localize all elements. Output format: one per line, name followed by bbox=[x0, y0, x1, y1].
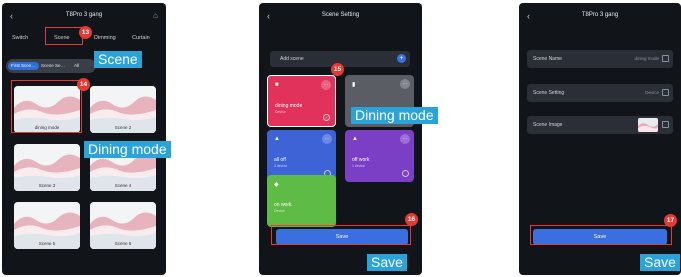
scene-tab-highlight bbox=[45, 27, 83, 45]
scene-setting-row[interactable]: Scene Setting Device bbox=[527, 84, 673, 102]
header: ‹ T8Pro 3 gang bbox=[519, 11, 681, 25]
chip-scene-set[interactable]: Scene Se… bbox=[41, 62, 65, 70]
tag-icon: ◆ bbox=[274, 182, 279, 188]
page-title: Scene Setting bbox=[321, 12, 360, 18]
scene-icon: ▮ bbox=[352, 82, 356, 88]
more-icon[interactable]: ⋯ bbox=[400, 134, 410, 144]
chip-first-scene[interactable]: First Scen… bbox=[8, 62, 39, 70]
tile-dining-mode[interactable]: ■ ⋯ dining mode Device ✓ bbox=[267, 75, 336, 127]
tab-switch[interactable]: Switch bbox=[12, 35, 28, 41]
scene-group-chips: First Scen… Scene Se… All bbox=[6, 59, 96, 73]
tile-name: all off bbox=[274, 157, 286, 163]
plus-icon[interactable]: + bbox=[397, 54, 406, 63]
add-scene-label: Add scene bbox=[280, 56, 304, 62]
more-icon[interactable]: ⋯ bbox=[400, 79, 410, 89]
tile-sub: 1 device bbox=[352, 164, 366, 168]
scene-image-thumbnail[interactable] bbox=[638, 118, 658, 132]
callout-save-1: Save bbox=[367, 254, 407, 271]
edit-icon[interactable] bbox=[662, 121, 669, 128]
scene-card[interactable]: Scene 6 bbox=[90, 202, 156, 249]
scene-icon: ▲ bbox=[352, 136, 358, 142]
scene-card-label: Scene 6 bbox=[114, 241, 132, 246]
step-badge-14: 14 bbox=[77, 78, 90, 91]
step-badge-16: 16 bbox=[405, 213, 418, 226]
check-icon bbox=[402, 170, 409, 177]
more-icon[interactable]: ⋯ bbox=[321, 80, 331, 90]
check-icon: ✓ bbox=[323, 114, 330, 121]
step-badge-13: 13 bbox=[79, 26, 92, 39]
scene-setting-label: Scene Setting bbox=[533, 90, 565, 96]
edit-icon[interactable] bbox=[662, 55, 669, 62]
callout-dining-mode-1: Dining mode bbox=[84, 141, 171, 158]
tile-sub: Device bbox=[274, 209, 285, 213]
scene-name-row[interactable]: Scene Name dining mode bbox=[527, 50, 673, 68]
more-icon[interactable]: ⋯ bbox=[322, 134, 332, 144]
tile-name: on work bbox=[274, 202, 292, 208]
tile-off-work[interactable]: ▲ ⋯ off work 1 device bbox=[345, 130, 414, 182]
scene-name-label: Scene Name bbox=[533, 56, 562, 62]
page-title: T8Pro 3 gang bbox=[65, 12, 103, 18]
scene-card[interactable]: Scene 2 bbox=[90, 86, 156, 133]
scene-setting-value: Device bbox=[645, 90, 659, 95]
step-badge-17: 17 bbox=[664, 214, 677, 227]
scene-card[interactable]: Scene 5 bbox=[14, 202, 80, 249]
save-highlight-1 bbox=[271, 225, 411, 245]
scene-card-label: Scene 5 bbox=[38, 241, 56, 246]
save-highlight-2 bbox=[530, 225, 672, 245]
scene-icon: ▲ bbox=[274, 136, 280, 142]
tile-name: off work bbox=[352, 157, 370, 163]
scene-image-row[interactable]: Scene Image bbox=[527, 116, 673, 134]
scene-card-label: Scene 2 bbox=[114, 125, 132, 130]
scene-icon: ■ bbox=[275, 82, 279, 88]
tab-curtain[interactable]: Curtain bbox=[132, 35, 150, 41]
header: ‹ T8Pro 3 gang ⌂ bbox=[2, 11, 166, 25]
scene-name-value: dining mode bbox=[634, 56, 659, 61]
edit-icon[interactable] bbox=[662, 89, 669, 96]
tile-on-work[interactable]: ◆ on work Device bbox=[267, 175, 336, 227]
scene-card-highlight bbox=[11, 80, 82, 133]
home-icon[interactable]: ⌂ bbox=[153, 11, 158, 20]
callout-dining-mode-2: Dining mode bbox=[351, 107, 438, 124]
step-badge-15: 15 bbox=[331, 63, 344, 76]
tile-sub: Device bbox=[275, 110, 286, 114]
scene-card[interactable]: Scene 3 bbox=[14, 144, 80, 191]
chip-all[interactable]: All bbox=[74, 62, 79, 70]
page-title: T8Pro 3 gang bbox=[581, 12, 619, 18]
header: ‹ Scene Setting bbox=[259, 11, 422, 25]
scene-image-label: Scene Image bbox=[533, 122, 563, 128]
scene-list-screen: ‹ T8Pro 3 gang ⌂ Switch Scene Dimming Cu… bbox=[2, 3, 166, 275]
callout-save-2: Save bbox=[640, 254, 680, 271]
tile-sub: 3 device bbox=[274, 164, 288, 168]
scene-card-label: Scene 3 bbox=[38, 183, 56, 188]
callout-scene: Scene bbox=[94, 51, 142, 68]
tab-dimming[interactable]: Dimming bbox=[94, 35, 116, 41]
scene-card-label: Scene 4 bbox=[114, 183, 132, 188]
tile-name: dining mode bbox=[275, 103, 303, 109]
